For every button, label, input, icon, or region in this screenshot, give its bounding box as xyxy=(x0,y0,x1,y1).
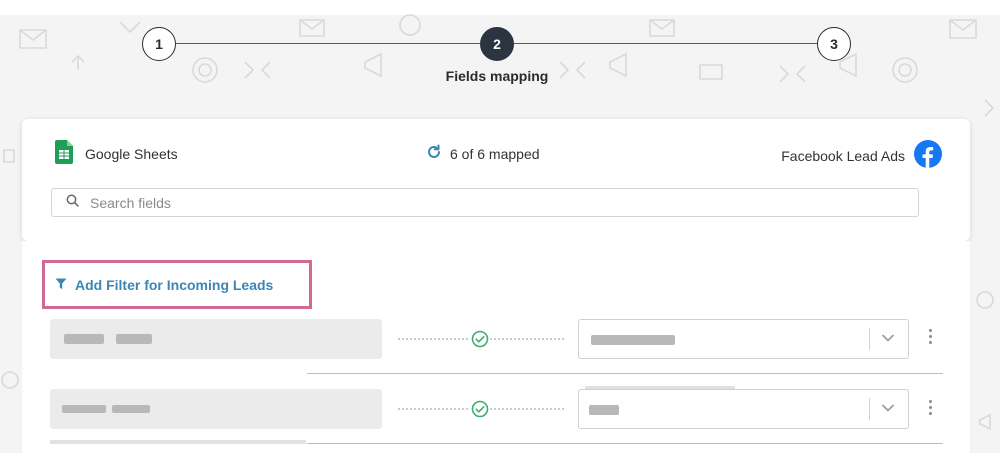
mapping-connector xyxy=(398,400,564,418)
top-strip xyxy=(0,0,1000,15)
search-icon xyxy=(66,194,79,212)
select-divider xyxy=(869,398,870,420)
select-divider xyxy=(869,328,870,350)
check-circle-icon xyxy=(471,400,489,418)
step-3[interactable]: 3 xyxy=(817,27,851,61)
kebab-menu-icon[interactable] xyxy=(929,400,932,418)
source-field[interactable] xyxy=(50,319,382,359)
chevron-down-icon[interactable] xyxy=(881,401,895,415)
google-sheets-icon xyxy=(55,140,73,167)
source-app: Google Sheets xyxy=(55,140,178,167)
kebab-menu-icon[interactable] xyxy=(929,329,932,347)
source-app-name: Google Sheets xyxy=(85,145,178,162)
mapping-header-card: Google Sheets 6 of 6 mapped Facebook Lea… xyxy=(22,119,970,241)
redacted-value xyxy=(64,334,104,344)
add-filter-label[interactable]: Add Filter for Incoming Leads xyxy=(75,277,273,293)
row-divider xyxy=(50,440,306,444)
refresh-icon[interactable] xyxy=(426,144,442,163)
mapped-count: 6 of 6 mapped xyxy=(450,145,540,162)
check-circle-icon xyxy=(471,330,489,348)
redacted-value xyxy=(591,335,675,345)
destination-field-select[interactable] xyxy=(578,319,909,359)
redacted-value xyxy=(112,405,150,413)
redacted-value xyxy=(589,405,619,415)
step-2-label: Fields mapping xyxy=(445,68,549,84)
step-2[interactable]: 2 xyxy=(480,27,514,61)
step-1[interactable]: 1 xyxy=(142,27,176,61)
mapped-status: 6 of 6 mapped xyxy=(426,144,540,163)
chevron-down-icon[interactable] xyxy=(881,331,895,345)
redacted-value xyxy=(62,405,106,413)
row-divider xyxy=(307,373,943,374)
search-box[interactable] xyxy=(51,188,919,217)
row-divider xyxy=(307,443,943,444)
mapping-connector xyxy=(398,330,564,348)
facebook-icon xyxy=(914,140,942,171)
redacted-value xyxy=(116,334,152,344)
step-connector xyxy=(514,43,817,44)
step-connector xyxy=(176,43,480,44)
destination-app: Facebook Lead Ads xyxy=(781,140,942,171)
destination-app-name: Facebook Lead Ads xyxy=(781,147,905,164)
destination-field-select[interactable] xyxy=(578,389,909,429)
source-field[interactable] xyxy=(50,389,382,429)
add-filter-link[interactable]: Add Filter for Incoming Leads xyxy=(55,277,273,293)
search-input[interactable] xyxy=(88,193,872,212)
filter-icon xyxy=(55,277,67,293)
